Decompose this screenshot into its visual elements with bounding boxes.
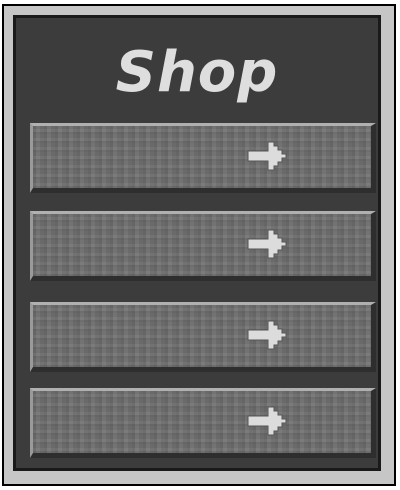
arrow-right-icon xyxy=(247,229,287,259)
shop-item-slot-1[interactable] xyxy=(30,123,376,193)
shop-item-slot-2[interactable] xyxy=(30,211,376,281)
page-title: Shop xyxy=(115,40,279,105)
shop-item-slot-3[interactable] xyxy=(30,302,376,372)
arrow-right-icon xyxy=(247,320,287,350)
shop-item-slot-4[interactable] xyxy=(30,388,376,458)
shop-window: Shop xyxy=(2,4,396,486)
arrow-right-icon xyxy=(247,141,287,171)
arrow-right-icon xyxy=(247,406,287,436)
